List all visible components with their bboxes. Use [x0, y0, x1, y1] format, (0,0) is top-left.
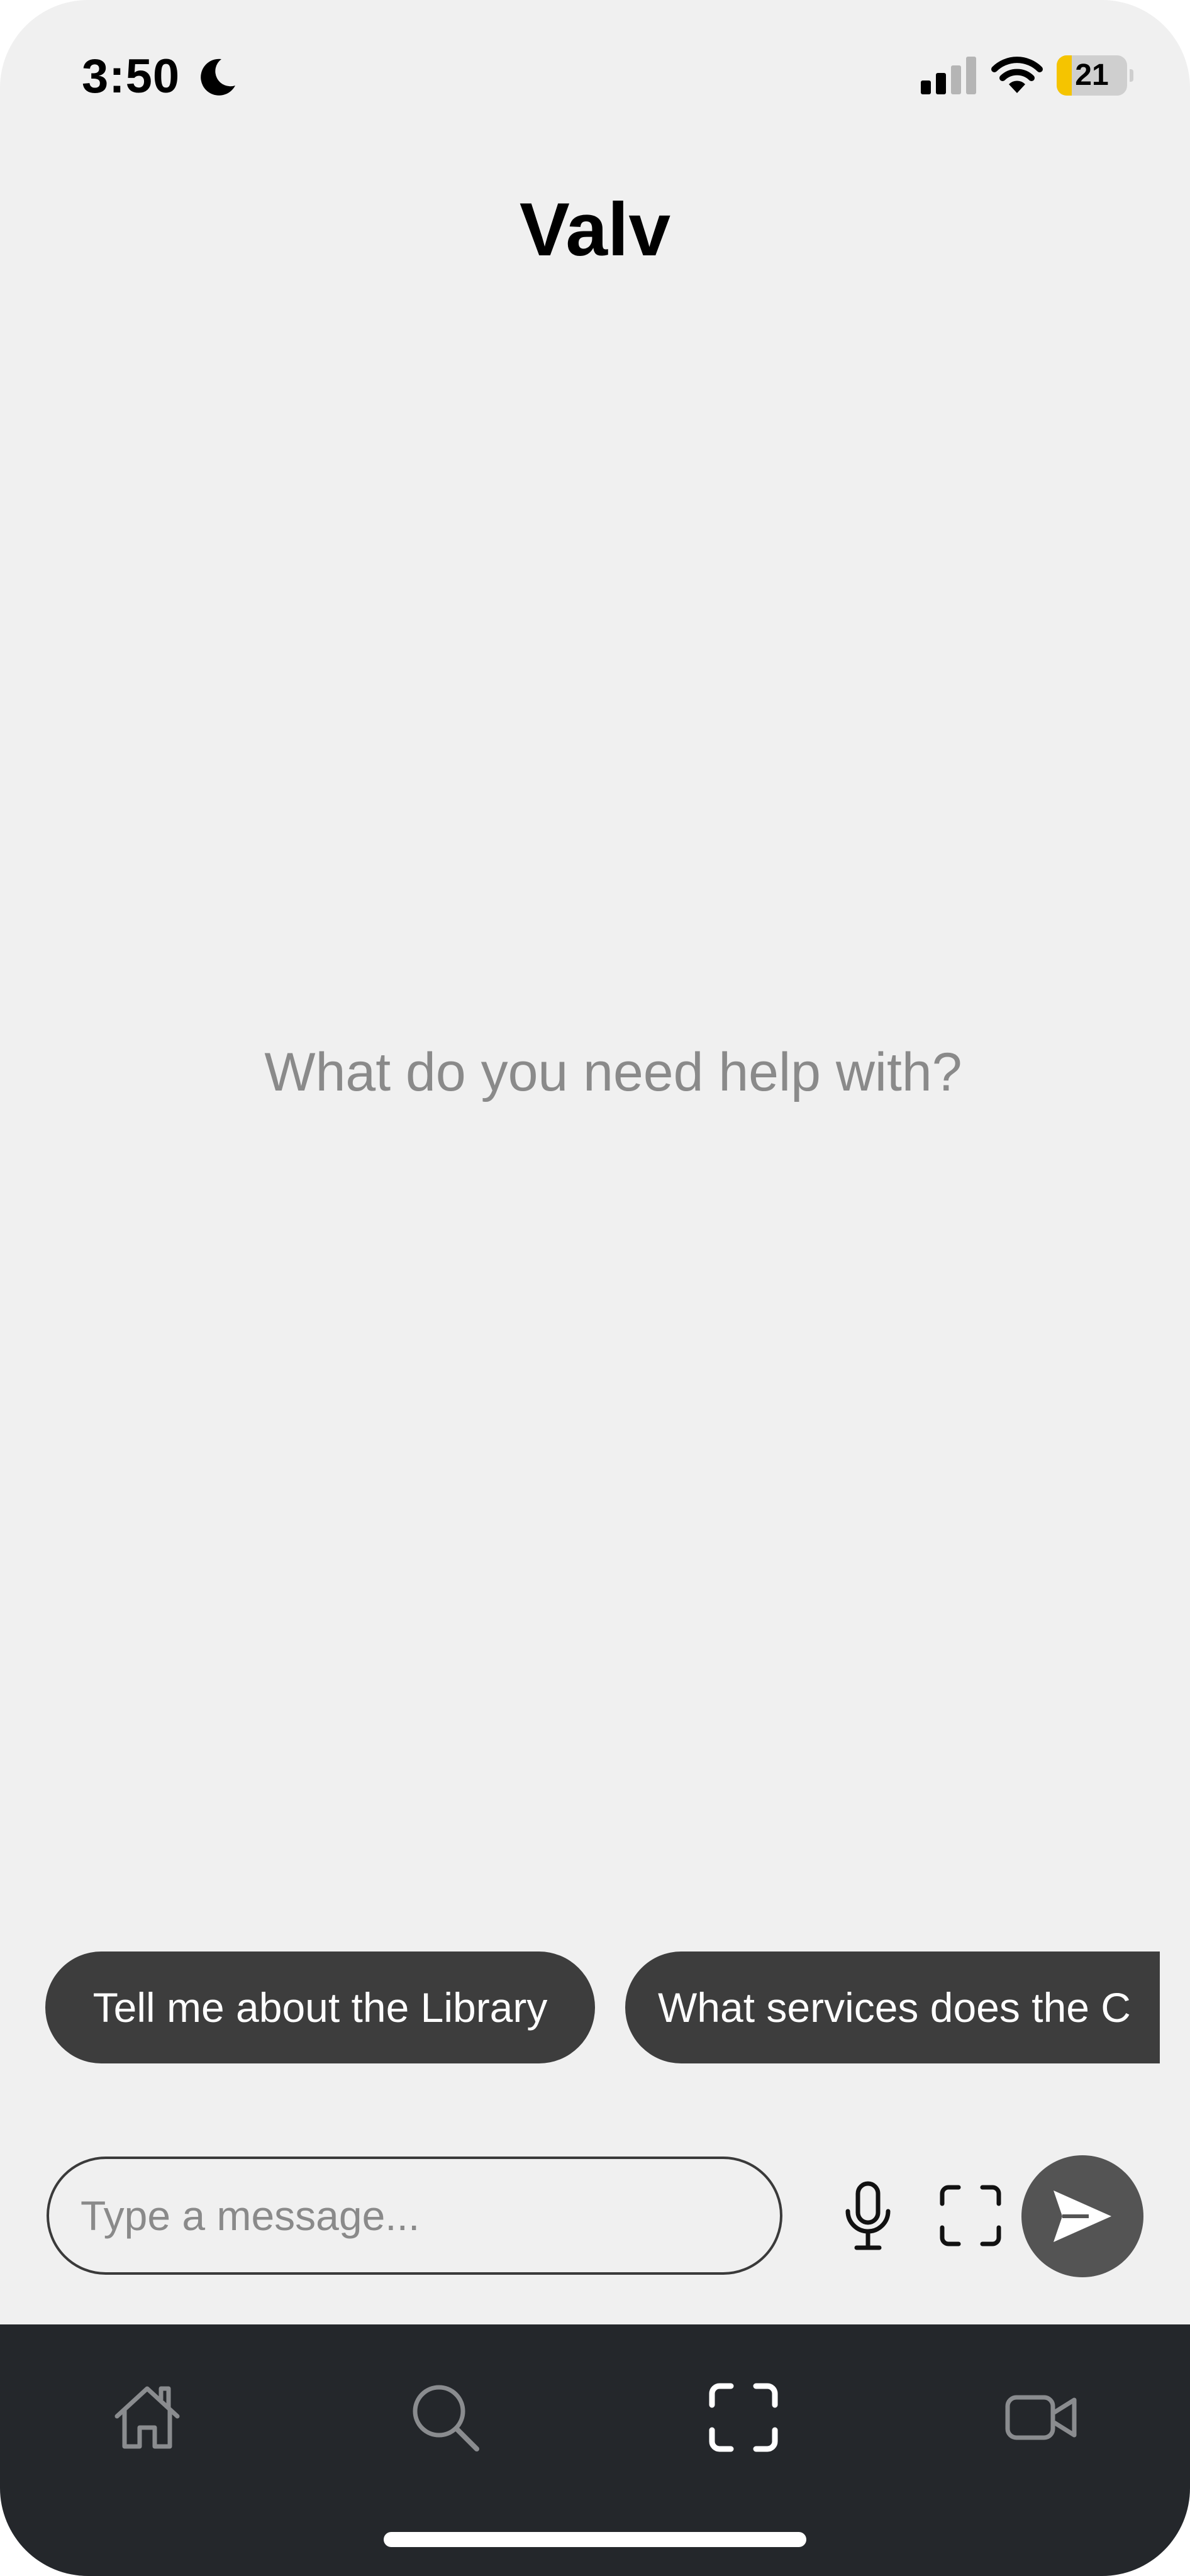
tab-search[interactable]	[408, 2380, 483, 2455]
battery-level: 21	[1075, 58, 1109, 92]
tab-scan[interactable]	[706, 2380, 781, 2455]
suggestion-chip-services[interactable]: What services does the C	[625, 1951, 1160, 2063]
tab-home[interactable]	[109, 2380, 185, 2455]
page-title: Valv	[519, 187, 671, 272]
message-input[interactable]	[47, 2157, 782, 2275]
home-icon	[114, 2386, 180, 2449]
empty-state-prompt: What do you need help with?	[264, 1042, 962, 1102]
app-screen: 3:50 21 Valv What do you need help with?…	[0, 0, 1190, 2576]
send-icon	[1054, 2190, 1111, 2242]
wifi-icon	[991, 57, 1043, 93]
suggestion-chip-library[interactable]: Tell me about the Library	[45, 1951, 595, 2063]
send-button[interactable]	[1021, 2155, 1143, 2277]
moon-icon	[201, 58, 235, 96]
microphone-button[interactable]	[837, 2181, 899, 2251]
bottom-tab-bar	[0, 2324, 1190, 2576]
scan-icon	[709, 2383, 778, 2452]
home-indicator	[384, 2532, 806, 2547]
search-icon	[413, 2385, 479, 2451]
scan-button[interactable]	[940, 2185, 1001, 2246]
tab-video[interactable]	[1004, 2380, 1079, 2455]
status-time: 3:50	[82, 50, 181, 103]
video-camera-icon	[1005, 2395, 1077, 2440]
signal-icon	[921, 57, 976, 94]
battery-icon: 21	[1057, 55, 1133, 96]
microphone-icon	[845, 2181, 891, 2250]
scan-icon	[940, 2185, 1001, 2246]
